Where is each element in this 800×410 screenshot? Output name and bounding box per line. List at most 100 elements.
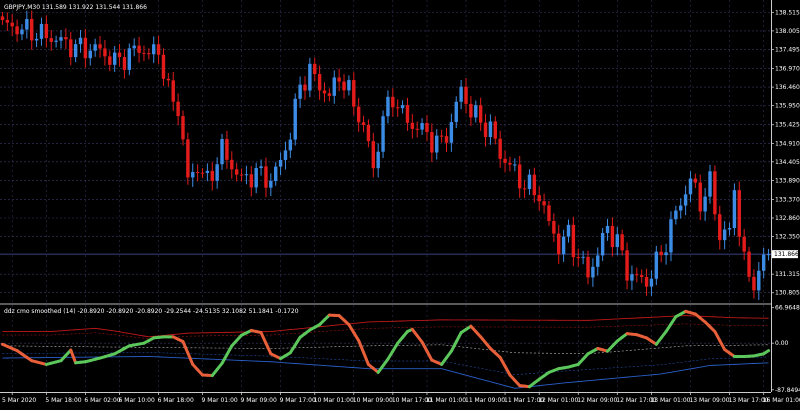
candle-body (333, 77, 336, 95)
candle-body (498, 139, 501, 159)
candle-body (718, 214, 721, 240)
candle-body (650, 279, 653, 287)
candle-body (289, 140, 292, 151)
candle-body (132, 46, 135, 49)
candle-body (225, 139, 228, 160)
candle-body (74, 44, 77, 57)
candle-body (494, 121, 497, 138)
price-tick-label: 131.315 (775, 271, 800, 278)
candle-body (542, 201, 545, 205)
price-tick-label: 135.425 (775, 122, 800, 129)
candle-body (386, 97, 389, 116)
candle-body (420, 123, 423, 130)
time-tick-label: 10 Mar 09:00 (353, 397, 393, 404)
candle-body (211, 171, 214, 181)
candle-body (215, 164, 218, 181)
price-tick-label: 130.805 (775, 290, 800, 297)
candle-body (767, 254, 770, 255)
candle-body (538, 195, 541, 201)
candle-body (15, 26, 18, 34)
price-tick-label: 138.005 (775, 28, 800, 35)
price-tick-label: 136.970 (775, 66, 800, 73)
candle-body (40, 24, 43, 39)
candle-body (128, 48, 131, 70)
candle-body (279, 160, 282, 167)
candle-body (240, 175, 243, 176)
candle-body (699, 183, 702, 212)
candle-body (752, 277, 755, 291)
time-tick-label: 12 Mar 01:00 (538, 397, 578, 404)
candle-body (616, 234, 619, 247)
candle-body (6, 20, 9, 23)
candle-body (367, 125, 370, 141)
candle-body (318, 74, 321, 90)
candle-body (416, 129, 419, 130)
candle-body (269, 181, 272, 188)
candle-body (459, 87, 462, 102)
candle-body (103, 48, 106, 56)
candle-body (684, 194, 687, 205)
pane-separator[interactable] (0, 303, 771, 305)
candle-body (264, 166, 267, 187)
candle-body (362, 122, 365, 125)
candle-body (201, 173, 204, 174)
price-tick-label: 137.495 (775, 46, 800, 53)
candle-body (186, 139, 189, 177)
candle-body (518, 164, 521, 188)
candle-body (557, 234, 560, 255)
candle-body (372, 141, 375, 168)
indicator-title: ddz cmo smoothed (14) -20.8920 -20.8920 … (4, 308, 299, 315)
candle-body (620, 234, 623, 250)
price-tick-label: 132.860 (775, 215, 800, 222)
candle-body (625, 250, 628, 280)
candle-body (469, 104, 472, 118)
candle-body (235, 169, 238, 174)
candle-body (284, 150, 287, 160)
candle-body (513, 164, 516, 165)
candle-body (572, 225, 575, 257)
candle-body (93, 44, 96, 50)
candle-body (357, 107, 360, 123)
price-tick-label: 134.910 (775, 140, 800, 147)
candle-body (645, 277, 648, 287)
candle-body (757, 271, 760, 291)
candle-body (391, 97, 394, 107)
candle-body (396, 107, 399, 108)
candle-body (455, 102, 458, 122)
candle-body (323, 90, 326, 93)
candle-body (352, 80, 355, 107)
candle-body (586, 257, 589, 278)
candle-body (591, 267, 594, 278)
candle-body (30, 19, 33, 40)
candle-body (230, 160, 233, 169)
candle-body (245, 174, 248, 175)
candle-body (508, 163, 511, 165)
candle-body (406, 105, 409, 123)
candle-body (157, 44, 160, 55)
price-tick-label: 134.405 (775, 159, 800, 166)
price-tick-label: 133.370 (775, 196, 800, 203)
candle-body (376, 152, 379, 168)
candle-body (523, 188, 526, 189)
candle-body (84, 38, 87, 58)
symbol-title: GBPJPY,M30 131.589 131.922 131.544 131.8… (4, 4, 147, 11)
time-tick-label: 5 Mar 2020 (2, 397, 36, 404)
price-tick-label: 132.350 (775, 234, 800, 241)
candle-body (440, 136, 443, 137)
candle-body (733, 190, 736, 228)
candle-body (328, 93, 331, 95)
candle-body (181, 116, 184, 139)
candle-body (137, 46, 140, 53)
chart-canvas[interactable]: 138.515138.005137.495136.970136.460135.9… (0, 0, 800, 406)
candle-body (313, 64, 316, 74)
candle-body (172, 80, 175, 101)
chart-window[interactable]: 138.515138.005137.495136.970136.460135.9… (0, 0, 800, 406)
candle-body (64, 37, 67, 39)
candle-body (220, 139, 223, 164)
candle-body (147, 53, 150, 54)
candle-body (601, 233, 604, 255)
price-tick-label: 136.460 (775, 84, 800, 91)
candle-body (108, 56, 111, 64)
candle-body (445, 136, 448, 143)
candle-body (152, 44, 155, 54)
